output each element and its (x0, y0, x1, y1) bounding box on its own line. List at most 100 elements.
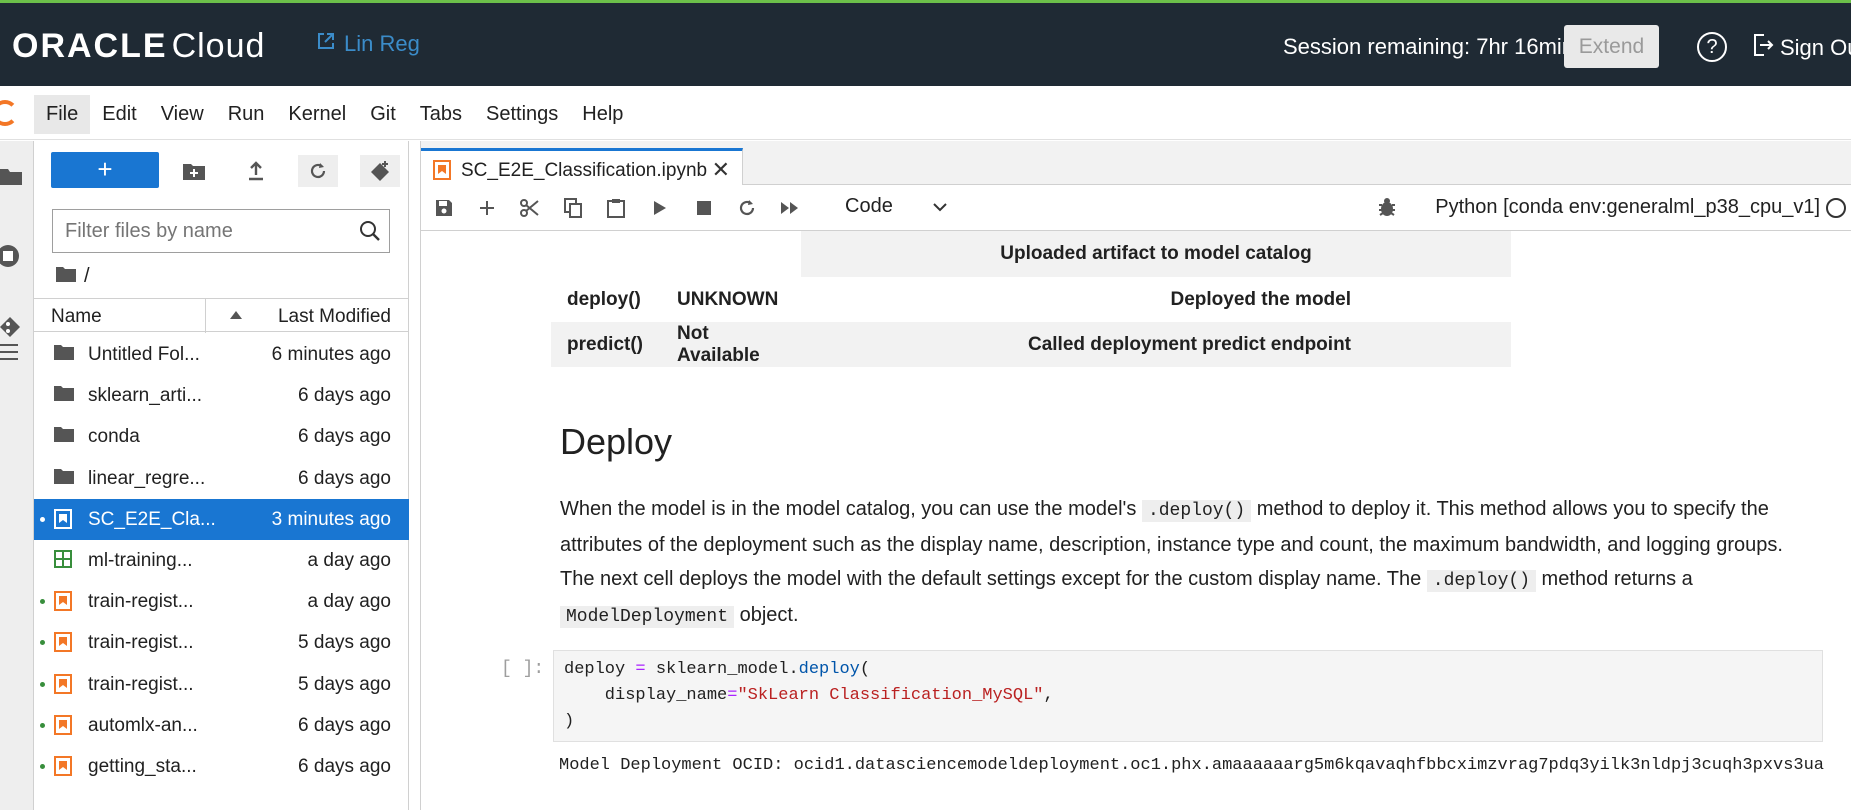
folder-icon (56, 265, 76, 288)
running-sessions-tab-icon[interactable] (0, 245, 22, 267)
cell-output: Model Deployment OCID: ocid1.datascience… (559, 756, 1825, 775)
menu-view[interactable]: View (149, 95, 216, 134)
table-cell-method: predict() (567, 333, 643, 355)
table-cell-description: Called deployment predict endpoint (1027, 333, 1351, 355)
running-indicator-icon (40, 681, 45, 687)
git-clone-icon[interactable] (360, 155, 400, 187)
tab-notebook[interactable]: SC_E2E_Classification.ipynb ✕ (421, 148, 743, 186)
notebook-icon (54, 673, 74, 694)
file-list-item[interactable]: train-regist... 5 days ago (34, 664, 409, 705)
logo-cloud-text: Cloud (171, 27, 266, 65)
oracle-cloud-logo[interactable]: ORACLE Cloud (12, 27, 265, 66)
restart-run-all-icon[interactable] (779, 197, 801, 219)
paragraph-text: When the model is in the model catalog, … (560, 498, 1142, 520)
kernel-name[interactable]: Python [conda env:generalml_p38_cpu_v1] (1435, 196, 1820, 219)
restart-kernel-icon[interactable] (736, 197, 758, 219)
menu-git[interactable]: Git (358, 95, 408, 134)
cut-icon[interactable] (519, 197, 541, 219)
file-list-item[interactable]: automlx-an... 6 days ago (34, 705, 409, 746)
code-token: sklearn_model. (645, 660, 799, 679)
close-tab-icon[interactable]: ✕ (712, 157, 730, 183)
column-modified-header[interactable]: Last Modified (278, 306, 391, 328)
project-link[interactable]: Lin Reg (316, 31, 420, 57)
markdown-paragraph: When the model is in the model catalog, … (560, 492, 1800, 634)
cell-prompt: [ ]: (501, 659, 545, 679)
file-modified: 3 minutes ago (271, 508, 391, 530)
paste-icon[interactable] (605, 197, 627, 219)
paragraph-text: object. (734, 604, 799, 626)
debugger-icon[interactable] (1378, 197, 1396, 222)
file-list-item[interactable]: conda 6 days ago (34, 416, 409, 457)
insert-cell-icon[interactable] (476, 197, 498, 219)
help-icon[interactable]: ? (1697, 32, 1727, 62)
interrupt-kernel-icon[interactable] (693, 197, 715, 219)
file-name: conda (88, 426, 140, 448)
column-divider[interactable] (205, 299, 206, 333)
oracle-header: ORACLE Cloud Lin Reg Session remaining: 7… (0, 0, 1851, 86)
file-filter-input[interactable] (53, 210, 343, 252)
markdown-heading: Deploy (560, 421, 673, 462)
git-tab-icon[interactable] (0, 313, 22, 337)
new-launcher-button[interactable]: + (51, 152, 159, 188)
code-token: , (1043, 686, 1054, 705)
jupyter-menubar: File Edit View Run Kernel Git Tabs Setti… (0, 86, 1851, 140)
menu-run[interactable]: Run (216, 95, 277, 134)
run-cell-icon[interactable] (649, 197, 671, 219)
file-name: getting_sta... (88, 756, 197, 777)
cell-type-dropdown[interactable]: Code (845, 195, 947, 218)
file-modified: 6 days ago (298, 756, 391, 777)
column-name-header[interactable]: Name (51, 306, 102, 328)
file-list-item[interactable]: SC_E2E_Cla... 3 minutes ago (34, 498, 409, 540)
code-token: = (727, 686, 738, 705)
project-link-label: Lin Reg (344, 31, 420, 56)
inline-code: .deploy() (1141, 500, 1252, 522)
code-token: display_name (564, 686, 728, 705)
file-name: train-regist... (88, 673, 194, 695)
file-list-item[interactable]: train-regist... 5 days ago (34, 622, 409, 663)
notebook-cells: Uploaded artifact to model catalog deplo… (421, 231, 1851, 810)
file-browser-toolbar: + (34, 141, 409, 199)
file-filter-field[interactable] (52, 209, 390, 253)
menu-tabs[interactable]: Tabs (408, 95, 474, 134)
file-name: train-regist... (88, 632, 194, 654)
file-list-item[interactable]: getting_sta... 6 days ago (34, 746, 409, 787)
menu-file[interactable]: File (34, 95, 91, 134)
cell-type-value: Code (845, 195, 893, 217)
file-list-item[interactable]: linear_regre... 6 days ago (34, 458, 409, 499)
left-activity-bar (0, 141, 34, 810)
file-modified: 6 days ago (298, 426, 391, 448)
notebook-panel: SC_E2E_Classification.ipynb ✕ Code Pytho… (420, 141, 1851, 810)
sign-out-button[interactable]: Sign Out (1752, 33, 1851, 63)
refresh-icon[interactable] (298, 155, 338, 187)
file-list-item[interactable]: ml-training... a day ago (34, 540, 409, 581)
chevron-down-icon (933, 195, 947, 218)
upload-icon[interactable] (236, 155, 276, 187)
copy-icon[interactable] (562, 197, 584, 219)
file-list-item[interactable]: train-regist... a day ago (34, 581, 409, 622)
code-cell-editor[interactable]: deploy = sklearn_model.deploy( display_n… (553, 650, 1823, 742)
spreadsheet-icon (54, 550, 74, 570)
jupyter-logo-icon (0, 100, 18, 126)
breadcrumb-root[interactable]: / (84, 265, 90, 288)
menu-edit[interactable]: Edit (90, 95, 148, 134)
menu-kernel[interactable]: Kernel (276, 95, 358, 134)
file-name: automlx-an... (88, 714, 198, 736)
menu-settings[interactable]: Settings (474, 95, 570, 134)
breadcrumb[interactable]: / (56, 265, 90, 288)
file-list-header: Name Last Modified (34, 298, 409, 333)
menu-help[interactable]: Help (570, 95, 635, 134)
sign-out-label: Sign Out (1780, 35, 1851, 60)
save-icon[interactable] (433, 197, 455, 219)
new-folder-icon[interactable] (174, 155, 214, 187)
tab-bar: SC_E2E_Classification.ipynb ✕ (421, 141, 1851, 186)
sort-ascending-icon (230, 311, 242, 319)
folder-icon (54, 385, 74, 405)
table-cell-method (551, 231, 661, 277)
notebook-icon (54, 632, 74, 653)
file-list-item[interactable]: Untitled Fol... 6 minutes ago (34, 334, 409, 375)
table-of-contents-tab-icon[interactable] (0, 341, 22, 363)
file-name: ml-training... (88, 550, 193, 571)
extend-session-button[interactable]: Extend (1564, 25, 1659, 68)
file-browser-tab-icon[interactable] (0, 165, 22, 187)
file-list-item[interactable]: sklearn_arti... 6 days ago (34, 375, 409, 416)
